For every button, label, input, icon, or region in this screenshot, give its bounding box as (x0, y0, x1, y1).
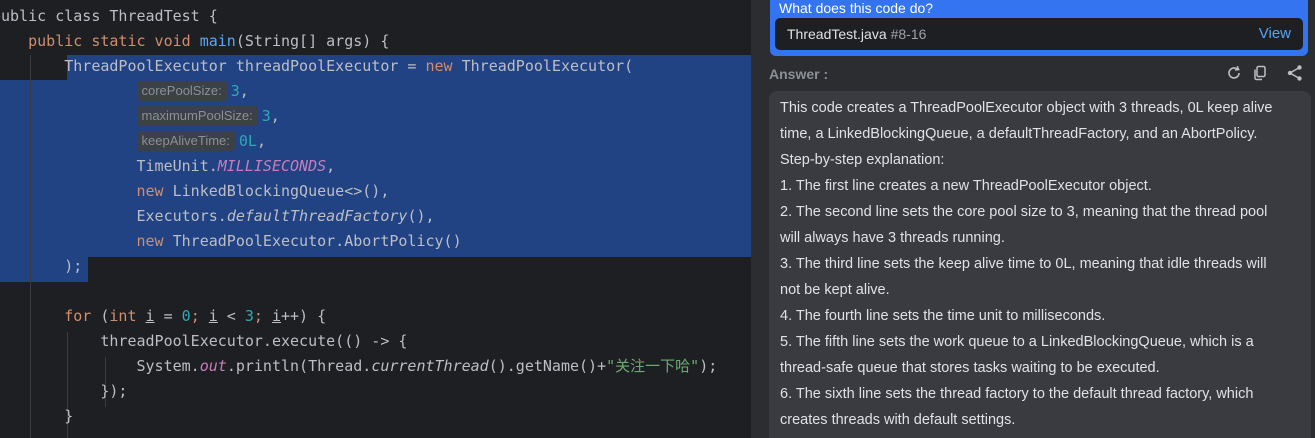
code-token: MILLISECONDS (217, 157, 327, 175)
code-token: = (154, 307, 182, 325)
code-token: main (199, 32, 236, 50)
code-token: ++) { (281, 307, 327, 325)
code-token: threadPoolExecutor.execute(() -> { (0, 332, 408, 350)
code-token: .println(Thread. (226, 357, 372, 375)
code-token: new (136, 232, 173, 250)
code-line: public static void main(String[] args) { (0, 29, 389, 54)
answer-line: 1. The first line creates a new ThreadPo… (780, 178, 1152, 194)
answer-label: Answer : (769, 66, 829, 82)
code-line: }); (0, 379, 127, 404)
question-text: What does this code do? (779, 0, 934, 16)
answer-line: not be kept alive. (780, 282, 890, 298)
code-token: , (326, 157, 336, 175)
code-token: ThreadPoolExecutor( (461, 57, 634, 75)
code-line: threadPoolExecutor.execute(() -> { (0, 329, 407, 354)
file-reference: ThreadTest.java #8-16 View (775, 18, 1303, 50)
question-card: What does this code do? ThreadTest.java #… (770, 0, 1308, 56)
code-line: maximumPoolSize: 3, (0, 104, 280, 129)
code-line: } (0, 404, 73, 429)
code-token: i (208, 307, 218, 325)
code-token: out (199, 357, 227, 375)
code-token: } (0, 407, 74, 425)
code-token: int (109, 307, 146, 325)
code-token: for (64, 307, 101, 325)
answer-line: 4. The fourth line sets the time unit to… (780, 308, 1106, 324)
code-line: ThreadPoolExecutor threadPoolExecutor = … (0, 54, 633, 79)
code-line: new ThreadPoolExecutor.AbortPolicy() (0, 229, 462, 254)
code-token: ; (190, 307, 209, 325)
answer-line: 2. The second line sets the core pool si… (780, 204, 1268, 220)
answer-line: 6. The sixth line sets the thread factor… (780, 386, 1254, 402)
code-token: 3 (244, 307, 254, 325)
code-token: new (425, 57, 462, 75)
code-line: keepAliveTime: 0L, (0, 129, 266, 154)
line-range: #8-16 (890, 26, 927, 42)
copy-icon[interactable] (1251, 64, 1269, 82)
answer-line: creates threads with default settings. (780, 412, 1016, 428)
answer-line: time, a LinkedBlockingQueue, a defaultTh… (780, 126, 1258, 142)
code-token: ThreadPoolExecutor threadPoolExecutor = (0, 57, 426, 75)
file-name: ThreadTest.java #8-16 (787, 18, 926, 50)
code-token: i (271, 307, 281, 325)
answer-line: 5. The fifth line sets the work queue to… (780, 334, 1254, 350)
code-token: public class ThreadTest { (0, 7, 218, 25)
code-token: }); (0, 382, 128, 400)
code-token: defaultThreadFactory (226, 207, 408, 225)
code-token: ().getName()+ (488, 357, 607, 375)
code-line: System.out.println(Thread.currentThread(… (0, 354, 717, 379)
share-icon[interactable] (1286, 64, 1304, 82)
code-line: corePoolSize: 3, (0, 79, 249, 104)
answer-line: will always have 3 threads running. (780, 230, 1005, 246)
view-button[interactable]: View (1259, 18, 1291, 50)
answer-line: 3. The third line sets the keep alive ti… (780, 256, 1267, 272)
code-token: i (145, 307, 155, 325)
code-token: 0 (181, 307, 191, 325)
code-editor[interactable]: public class ThreadTest { public static … (0, 0, 751, 438)
code-token: Executors. (0, 207, 227, 225)
code-token: ); (0, 257, 83, 275)
code-token: ); (699, 357, 718, 375)
code-token: LinkedBlockingQueue<>(), (172, 182, 390, 200)
code-token: 3 (261, 107, 271, 125)
code-token: currentThread (371, 357, 489, 375)
code-token: TimeUnit. (0, 157, 218, 175)
answer-line: This code creates a ThreadPoolExecutor o… (780, 100, 1273, 116)
code-token: new (136, 182, 173, 200)
answer-line: thread-safe queue that stores tasks wait… (780, 360, 1160, 376)
parameter-hint: corePoolSize: (136, 81, 227, 101)
code-token: (), (407, 207, 435, 225)
parameter-hint: maximumPoolSize: (136, 106, 258, 126)
code-line: for (int i = 0; i < 3; i++) { (0, 304, 326, 329)
code-line: public class ThreadTest { (0, 4, 218, 29)
refresh-icon[interactable] (1225, 64, 1243, 82)
code-line: Executors.defaultThreadFactory(), (0, 204, 435, 229)
answer-content: This code creates a ThreadPoolExecutor o… (769, 91, 1311, 438)
code-token: public static void (0, 32, 200, 50)
code-token: ThreadPoolExecutor.AbortPolicy() (172, 232, 462, 250)
ai-assistant-panel: What does this code do? ThreadTest.java #… (768, 0, 1315, 438)
code-token: , (256, 132, 266, 150)
code-token: 3 (230, 82, 240, 100)
code-line: new LinkedBlockingQueue<>(), (0, 179, 390, 204)
code-token: ; (253, 307, 272, 325)
code-token: , (239, 82, 249, 100)
code-token: System. (0, 357, 200, 375)
answer-line: Step-by-step explanation: (780, 152, 945, 168)
file-name-text: ThreadTest.java (787, 26, 887, 42)
parameter-hint: keepAliveTime: (136, 131, 235, 151)
code-line: ); (0, 254, 82, 279)
code-token: 0L (238, 132, 257, 150)
code-line: TimeUnit.MILLISECONDS, (0, 154, 335, 179)
panel-divider[interactable] (751, 0, 768, 438)
code-token: "关注一下哈" (606, 357, 700, 375)
code-token: < (217, 307, 245, 325)
code-token: (String[] args) { (235, 32, 390, 50)
code-token: , (270, 107, 280, 125)
